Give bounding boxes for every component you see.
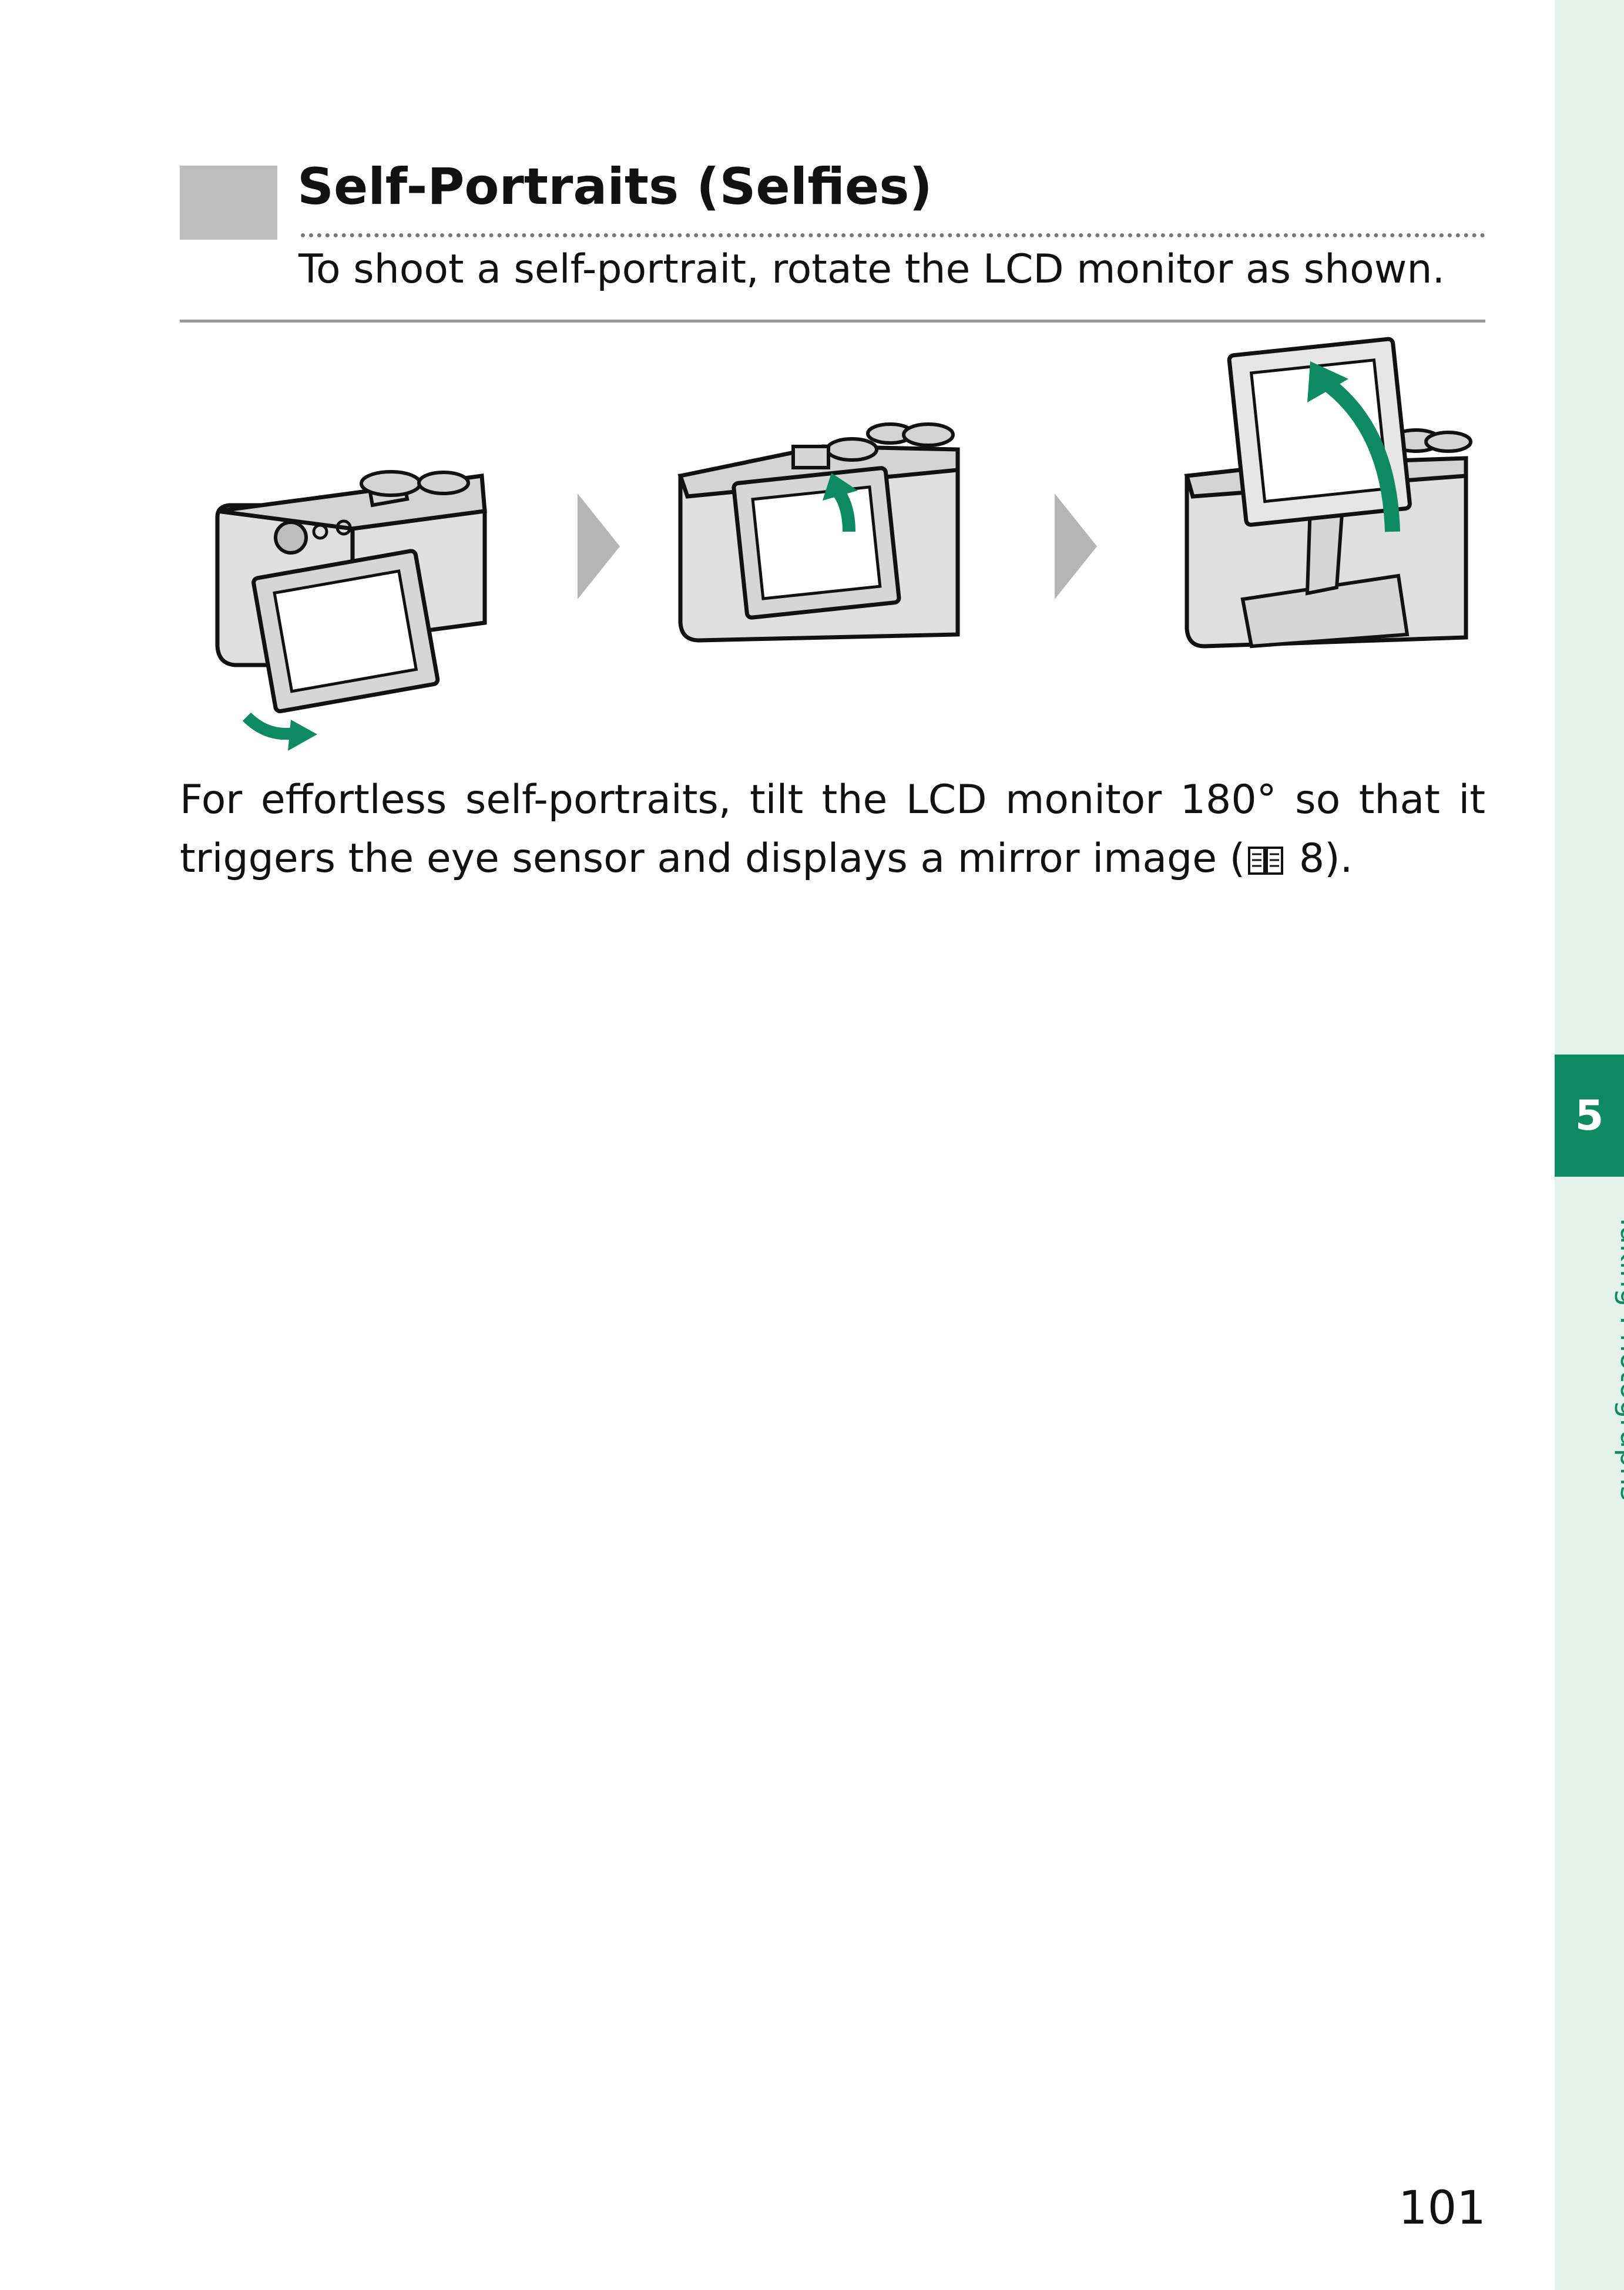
illustration-svg — [215, 337, 1472, 751]
step-arrow-1 — [578, 493, 620, 599]
chapter-number-tab: 5 — [1555, 1055, 1624, 1177]
body-paragraph: For effortless self-portraits, tilt the … — [180, 771, 1485, 888]
camera-step-1-illustration — [215, 470, 487, 751]
body-text-after: 8). — [1286, 835, 1353, 882]
section-subtitle: To shoot a self-portrait, rotate the LCD… — [298, 246, 1445, 293]
camera-step-2-illustration — [677, 422, 960, 643]
section-marker — [180, 166, 277, 240]
monitor-rotation-illustration — [176, 329, 1492, 764]
camera-step-3-illustration — [1184, 337, 1472, 649]
chapter-title: Taking Photographs — [1531, 1193, 1624, 1522]
book-reference-icon — [1248, 847, 1284, 875]
section-title: Self-Portraits (Selfies) — [297, 157, 932, 216]
chapter-number: 5 — [1575, 1092, 1604, 1140]
page-number: 101 — [1398, 2182, 1486, 2235]
header-divider — [180, 320, 1485, 323]
chapter-title-text: Taking Photographs — [1614, 1213, 1624, 1502]
step-arrow-2 — [1055, 493, 1097, 599]
title-divider — [301, 233, 1485, 237]
